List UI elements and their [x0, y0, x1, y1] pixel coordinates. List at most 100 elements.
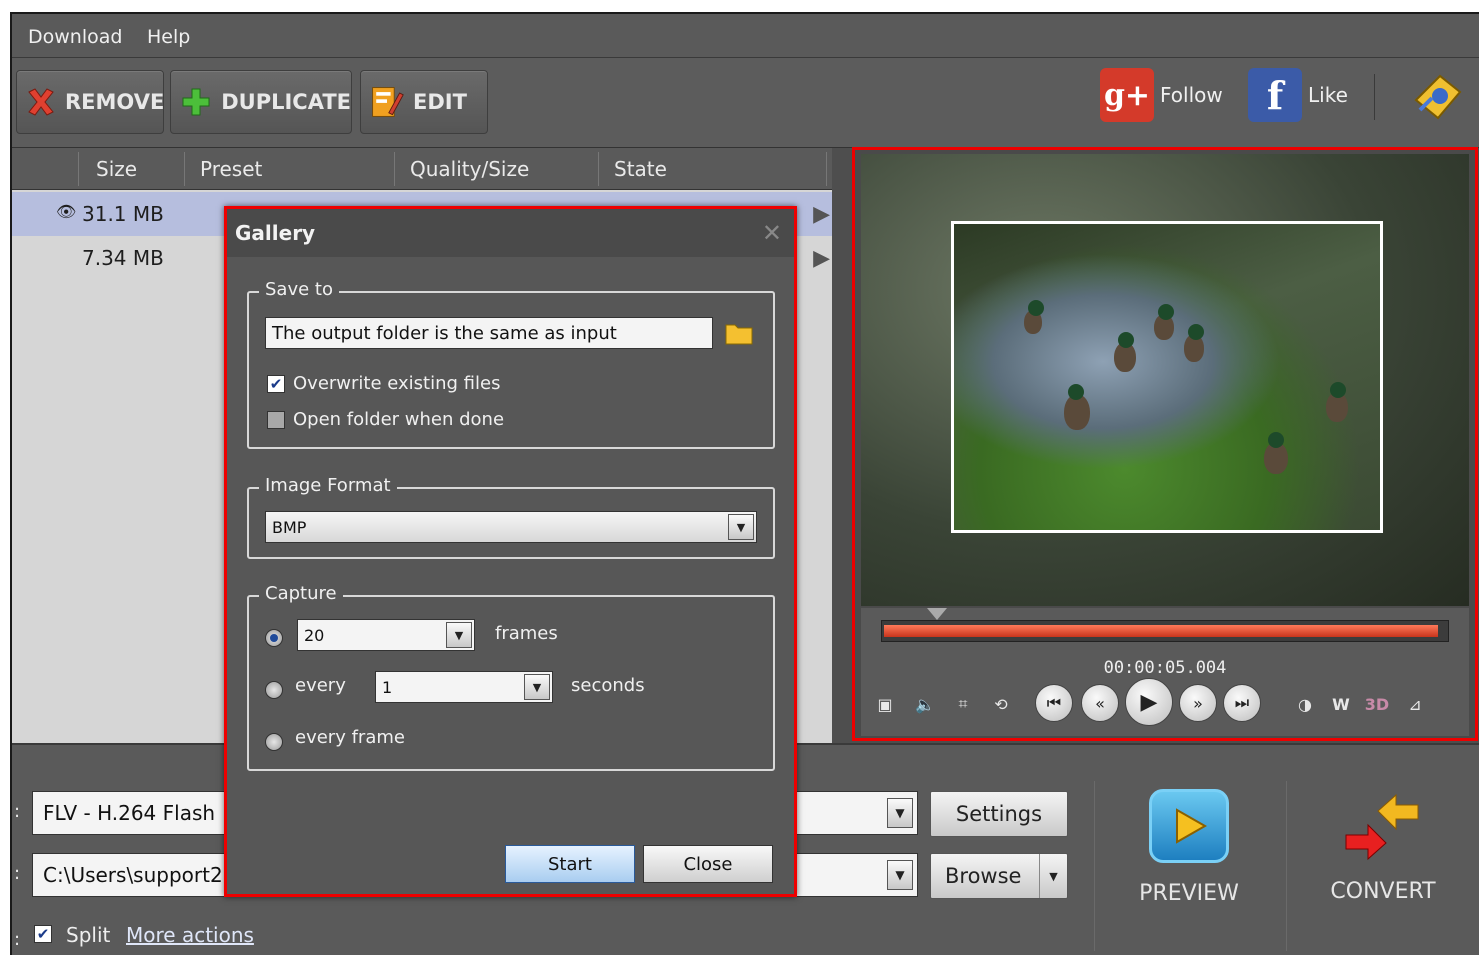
- every-label: every: [295, 675, 346, 696]
- contrast-icon[interactable]: ◑: [1289, 688, 1321, 720]
- browse-button[interactable]: Browse ▼: [930, 853, 1068, 899]
- close-icon[interactable]: ✕: [762, 219, 782, 247]
- like-label: Like: [1308, 83, 1348, 107]
- frames-unit: frames: [495, 623, 558, 644]
- row-colon: :: [14, 929, 21, 950]
- seek-bar[interactable]: [881, 620, 1449, 642]
- format-value: FLV - H.264 Flash: [43, 801, 216, 825]
- file-size: 31.1 MB: [82, 202, 164, 226]
- column-separator: [598, 152, 599, 186]
- column-preset[interactable]: Preset: [200, 157, 262, 181]
- column-quality-size[interactable]: Quality/Size: [410, 157, 529, 181]
- column-separator: [184, 152, 185, 186]
- every-seconds-select[interactable]: 1 ▼: [375, 671, 553, 703]
- preview-label: PREVIEW: [1139, 881, 1239, 906]
- column-size[interactable]: Size: [96, 157, 137, 181]
- chevron-down-icon[interactable]: ▼: [1039, 854, 1067, 898]
- convert-label: CONVERT: [1330, 879, 1436, 904]
- overwrite-checkbox[interactable]: ✔: [267, 375, 285, 393]
- seconds-unit: seconds: [571, 675, 645, 696]
- column-separator: [826, 152, 827, 186]
- open-folder-label: Open folder when done: [293, 409, 505, 430]
- column-state[interactable]: State: [614, 157, 667, 181]
- start-marker-icon[interactable]: [927, 608, 947, 620]
- chevron-down-icon[interactable]: ▼: [728, 514, 754, 540]
- deinterlace-icon[interactable]: ⊿: [1399, 688, 1431, 720]
- app-window: Download Help REMOVE DUPLICATE EDIT g+ F…: [10, 12, 1479, 955]
- column-separator: [394, 152, 395, 186]
- save-to-path-input[interactable]: The output folder is the same as input: [265, 317, 713, 349]
- remove-label: REMOVE: [65, 90, 165, 114]
- more-actions-link[interactable]: More actions: [126, 923, 254, 947]
- row-arrow-icon[interactable]: ▶: [813, 246, 830, 271]
- file-size: 7.34 MB: [82, 246, 164, 270]
- panel-divider: [1286, 781, 1287, 951]
- menu-download[interactable]: Download: [28, 26, 122, 48]
- chevron-down-icon[interactable]: ▼: [446, 622, 472, 648]
- rotate-icon[interactable]: ⟲: [985, 688, 1017, 720]
- skip-end-icon[interactable]: ⏭: [1223, 684, 1261, 722]
- play-button-icon[interactable]: ▶: [1125, 678, 1173, 726]
- frames-radio[interactable]: [265, 629, 283, 647]
- google-follow-button[interactable]: g+ Follow: [1100, 68, 1223, 122]
- chevron-down-icon[interactable]: ▼: [887, 798, 913, 828]
- duck-shape: [1154, 304, 1174, 340]
- player-controls: 00:00:05.004 ▣ 🔈 ⌗ ⟲ ⏮ « ▶ » ⏭ ◑ W 3D ⊿: [861, 608, 1469, 736]
- video-preview[interactable]: [861, 154, 1469, 606]
- crop-icon[interactable]: ⌗: [947, 688, 979, 720]
- output-path-value: C:\Users\support2: [43, 863, 223, 887]
- fast-forward-icon[interactable]: »: [1179, 684, 1217, 722]
- 3d-icon[interactable]: 3D: [1361, 688, 1393, 720]
- frames-count-select[interactable]: 20 ▼: [297, 619, 475, 651]
- watermark-icon[interactable]: W: [1325, 688, 1357, 720]
- column-separator: [78, 152, 79, 186]
- preview-panel: 00:00:05.004 ▣ 🔈 ⌗ ⟲ ⏮ « ▶ » ⏭ ◑ W 3D ⊿: [852, 147, 1478, 741]
- dialog-title-bar[interactable]: Gallery ✕: [227, 209, 794, 257]
- row-colon: :: [14, 863, 21, 884]
- edit-button[interactable]: EDIT: [360, 70, 488, 134]
- duplicate-label: DUPLICATE: [221, 90, 351, 114]
- chevron-down-icon[interactable]: ▼: [524, 674, 550, 700]
- plus-icon: [179, 84, 213, 120]
- edit-icon: [369, 84, 405, 120]
- duck-shape: [1326, 382, 1348, 422]
- seek-fill: [884, 625, 1438, 637]
- rewind-icon[interactable]: «: [1081, 684, 1119, 722]
- menu-help[interactable]: Help: [147, 26, 190, 48]
- chevron-down-icon[interactable]: ▼: [887, 860, 913, 890]
- convert-button[interactable]: CONVERT: [1288, 781, 1478, 955]
- volume-icon[interactable]: 🔈: [909, 688, 941, 720]
- start-button[interactable]: Start: [505, 845, 635, 883]
- duck-shape: [1184, 324, 1204, 362]
- close-button[interactable]: Close: [643, 845, 773, 883]
- capture-group: Capture 20 ▼ frames every 1 ▼ seconds ev…: [247, 583, 775, 771]
- duplicate-button[interactable]: DUPLICATE: [170, 70, 352, 134]
- eye-icon[interactable]: 👁: [56, 202, 76, 221]
- facebook-like-button[interactable]: f Like: [1248, 68, 1348, 122]
- image-format-select[interactable]: BMP ▼: [265, 511, 757, 543]
- remove-x-icon: [25, 84, 57, 120]
- crop-frame[interactable]: [951, 221, 1383, 533]
- every-frame-radio[interactable]: [265, 733, 283, 751]
- preview-button[interactable]: PREVIEW: [1094, 781, 1284, 955]
- app-logo-icon[interactable]: [1410, 70, 1466, 124]
- fullscreen-icon[interactable]: ▣: [869, 688, 901, 720]
- every-radio[interactable]: [265, 681, 283, 699]
- open-folder-checkbox[interactable]: [267, 411, 285, 429]
- toolbar-divider: [1374, 74, 1375, 120]
- remove-button[interactable]: REMOVE: [16, 70, 164, 134]
- frames-count-value: 20: [304, 625, 325, 645]
- browse-label: Browse: [945, 864, 1022, 888]
- skip-start-icon[interactable]: ⏮: [1035, 684, 1073, 722]
- capture-label: Capture: [259, 583, 343, 604]
- image-format-group: Image Format BMP ▼: [247, 475, 775, 559]
- settings-button[interactable]: Settings: [930, 791, 1068, 837]
- facebook-icon: f: [1248, 68, 1302, 122]
- image-format-label: Image Format: [259, 475, 397, 496]
- every-frame-label: every frame: [295, 727, 405, 748]
- save-to-group: Save to The output folder is the same as…: [247, 279, 775, 449]
- split-checkbox[interactable]: ✔: [34, 925, 52, 943]
- folder-icon[interactable]: [725, 321, 753, 345]
- row-arrow-icon[interactable]: ▶: [813, 202, 830, 227]
- duck-shape: [1024, 300, 1044, 334]
